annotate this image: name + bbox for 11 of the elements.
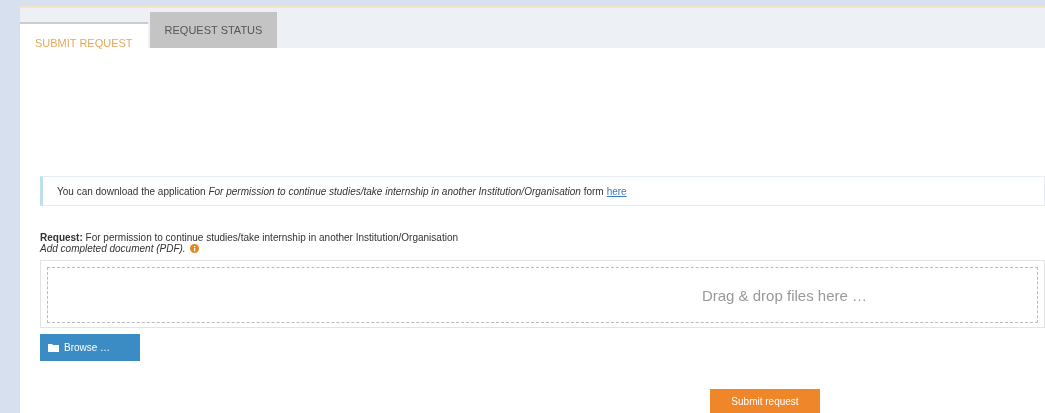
tab[interactable]: REQUEST STATUS [149,12,278,48]
drop-zone[interactable]: Drag & drop files here … [40,260,1045,328]
document-hint: Add completed document (PDF). [40,243,186,254]
download-link[interactable]: here [606,185,627,197]
request-label: Request: For permission to continue studies/take internship in another Institution/Organisation [40,232,459,243]
notice-text: You can download the application For permission to continue studies/take internship in another Institution/Organisation form [57,185,604,197]
browse-button[interactable]: Browse … [40,334,140,361]
info-icon [189,244,199,253]
drop-placeholder: Drag & drop files here … [701,286,867,304]
submit-button[interactable]: Submit request [710,389,820,413]
folder-icon [48,343,59,352]
